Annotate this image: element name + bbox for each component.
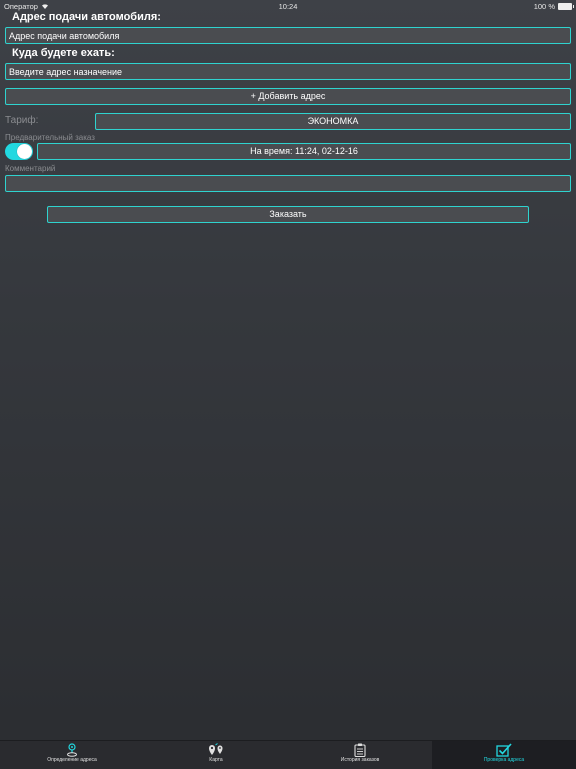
order-time-button[interactable]: На время: 11:24, 02-12-16 <box>37 143 571 160</box>
preorder-toggle[interactable] <box>5 143 33 160</box>
location-pin-icon <box>66 743 78 757</box>
tariff-select-button[interactable]: ЭКОНОМКА <box>95 113 571 130</box>
preorder-label: Предварительный заказ <box>5 133 95 142</box>
destination-input[interactable] <box>5 63 571 80</box>
destination-label: Куда будете ехать: <box>12 47 115 59</box>
order-button[interactable]: Заказать <box>47 206 529 223</box>
pickup-address-input[interactable] <box>5 27 571 44</box>
map-pins-icon <box>207 743 225 757</box>
status-right: 100 % <box>533 2 574 11</box>
tab-address-detect[interactable]: Определение адреса <box>0 741 144 769</box>
comment-input[interactable] <box>5 175 571 192</box>
tab-order-history[interactable]: История заказов <box>288 741 432 769</box>
tab-address-check[interactable]: Проверка адреса <box>432 741 576 769</box>
battery-percent: 100 % <box>533 2 555 11</box>
tab-map[interactable]: Карта <box>144 741 288 769</box>
status-time: 10:24 <box>278 2 298 11</box>
toggle-knob <box>17 144 32 159</box>
pickup-address-label: Адрес подачи автомобиля: <box>12 11 161 23</box>
tab-bar: Определение адреса Карта История заказов <box>0 740 576 769</box>
tariff-label: Тариф: <box>5 115 39 126</box>
checkbox-icon <box>496 743 512 757</box>
tab-label: История заказов <box>340 757 380 763</box>
tab-label: Проверка адреса <box>483 757 525 763</box>
tab-label: Определение адреса <box>47 757 97 763</box>
add-address-button[interactable]: + Добавить адрес <box>5 88 571 105</box>
comment-label: Комментарий <box>5 164 56 173</box>
tab-label: Карта <box>209 757 223 763</box>
battery-icon <box>558 3 574 10</box>
clipboard-icon <box>354 743 366 757</box>
